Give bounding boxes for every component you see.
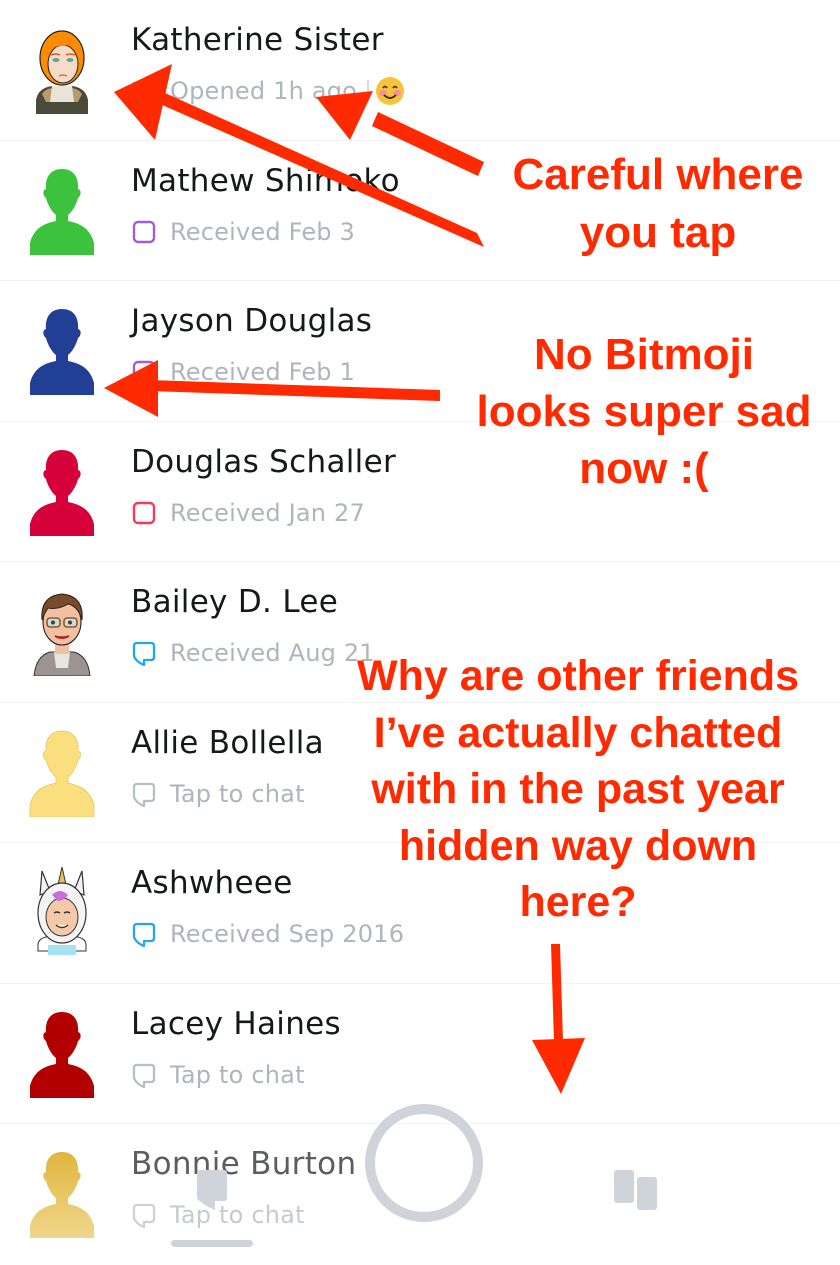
annotation-line: here?: [519, 878, 637, 926]
person-silhouette-icon: [30, 449, 94, 536]
friend-name: Bonnie Burton: [131, 1146, 357, 1182]
annotation-line: now :(: [579, 444, 709, 493]
chat-bubble-icon: [131, 1062, 157, 1088]
friend-name: Ashwheee: [131, 865, 293, 901]
person-silhouette-icon: [29, 730, 95, 817]
person-silhouette-icon: [30, 1011, 94, 1098]
status-text: Received Feb 3: [170, 217, 356, 246]
annotation-line: Careful where: [512, 150, 804, 199]
annotation-line: No Bitmoji: [534, 330, 754, 379]
square-outline-icon: [131, 359, 157, 385]
chat-bubble-icon: [131, 781, 157, 807]
active-tab-indicator: [171, 1240, 253, 1247]
chat-nav-button[interactable]: [195, 1168, 229, 1212]
friend-name: Katherine Sister: [131, 22, 384, 58]
capture-button[interactable]: [365, 1104, 483, 1222]
person-silhouette-icon: [30, 1152, 94, 1238]
bitmoji-glasses-icon: [33, 593, 91, 676]
square-outline-icon: [131, 500, 157, 526]
silhouette-avatar[interactable]: [28, 444, 96, 536]
status-text: Tap to chat: [170, 1201, 305, 1229]
annotation-careful-where-you-tap: Careful where you tap: [498, 146, 818, 262]
friend-name: Allie Bollella: [131, 724, 324, 761]
chat-bubble-icon: [131, 1202, 157, 1228]
discover-nav-button[interactable]: [612, 1169, 658, 1211]
annotation-line: with in the past year: [371, 765, 785, 813]
chat-icon: [197, 1170, 227, 1210]
square-outline-icon: [131, 219, 157, 245]
friend-status: Opened 1h ago: [131, 76, 405, 106]
annotation-line: Why are other friends: [356, 652, 800, 700]
friend-name: Mathew Shimoko: [131, 162, 400, 199]
bitmoji-orange-hair-icon: [36, 30, 88, 114]
annotation-line: I’ve actually chatted: [373, 708, 783, 757]
friend-name: Jayson Douglas: [131, 303, 373, 339]
chat-bubble-icon: [131, 921, 157, 947]
status-text: Tap to chat: [170, 1060, 305, 1089]
status-text: Received Feb 1: [170, 358, 356, 386]
friend-status: Tap to chat: [131, 1060, 305, 1090]
bitmoji-avatar[interactable]: [28, 865, 96, 957]
annotation-why-hidden: Why are other friends I’ve actually chat…: [330, 648, 826, 931]
bitmoji-avatar[interactable]: [28, 22, 96, 114]
status-text: Tap to chat: [170, 779, 305, 808]
silhouette-avatar[interactable]: [28, 1146, 96, 1238]
person-silhouette-icon: [30, 168, 94, 255]
status-divider: [367, 80, 369, 102]
friend-status: Tap to chat: [131, 779, 305, 809]
silhouette-avatar[interactable]: [28, 163, 96, 255]
friend-name: Lacey Haines: [131, 1005, 341, 1042]
silhouette-avatar[interactable]: [28, 1006, 96, 1098]
status-text: Opened 1h ago: [170, 77, 358, 105]
blushing-smile-emoji-icon: [375, 76, 405, 106]
silhouette-avatar[interactable]: [28, 725, 96, 817]
bitmoji-unicorn-icon: [37, 866, 87, 955]
friend-name: Douglas Schaller: [131, 443, 396, 480]
discover-icon: [614, 1170, 657, 1210]
status-text: Received Jan 27: [170, 498, 365, 527]
bitmoji-avatar[interactable]: [28, 584, 96, 676]
friend-row[interactable]: Katherine Sister Opened 1h ago: [0, 0, 840, 141]
annotation-line: looks super sad: [476, 387, 812, 436]
friend-row[interactable]: Lacey Haines Tap to chat: [0, 984, 840, 1124]
annotation-line: you tap: [579, 208, 737, 257]
friend-name: Bailey D. Lee: [131, 584, 339, 620]
annotation-no-bitmoji: No Bitmoji looks super sad now :(: [462, 326, 826, 497]
silhouette-avatar[interactable]: [28, 303, 96, 395]
sent-arrow-icon: [131, 78, 157, 104]
friend-status: Received Jan 27: [131, 498, 365, 528]
person-silhouette-icon: [30, 309, 94, 395]
friend-status: Received Feb 1: [131, 357, 355, 387]
chat-bubble-icon: [131, 640, 157, 666]
friend-status: Received Feb 3: [131, 217, 355, 247]
annotation-line: hidden way down: [398, 821, 758, 870]
